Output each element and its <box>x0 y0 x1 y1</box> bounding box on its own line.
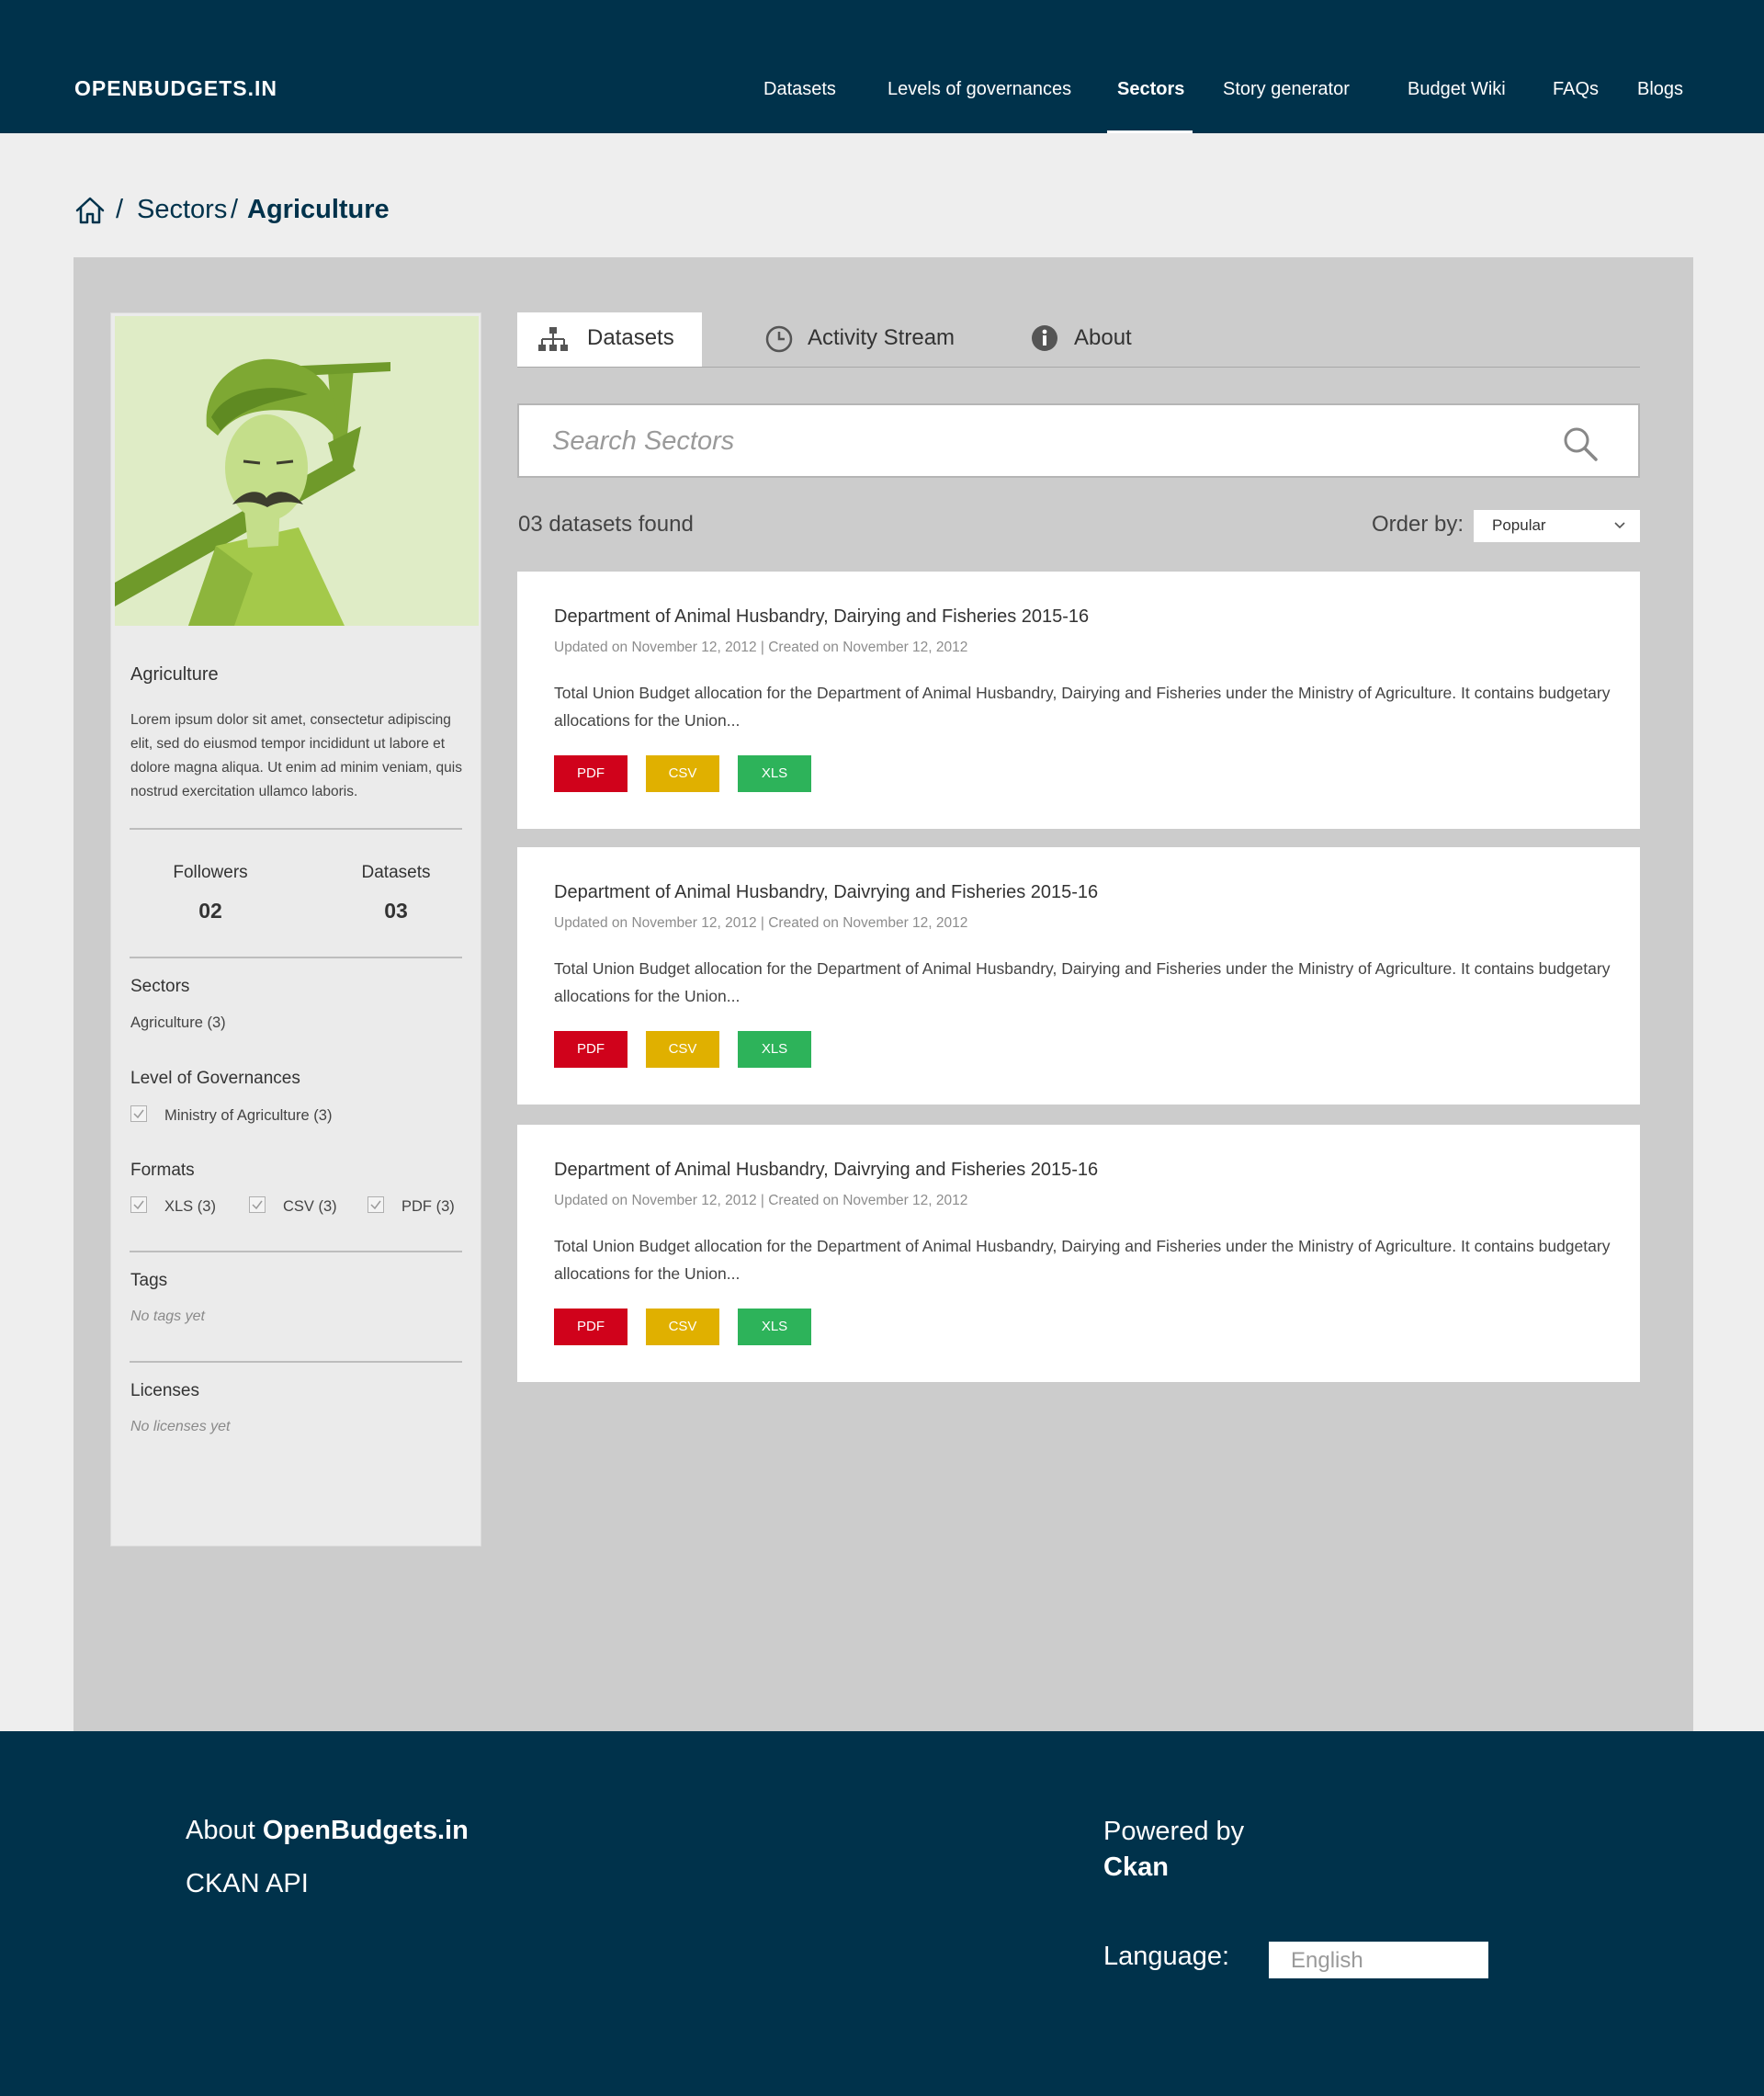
followers-count: 02 <box>198 899 222 923</box>
tab-datasets-label[interactable]: Datasets <box>587 325 674 351</box>
dataset-meta: Updated on November 12, 2012 | Created o… <box>554 915 968 931</box>
governance-filter-heading: Level of Governances <box>130 1069 300 1088</box>
dataset-card: Department of Animal Husbandry, Daivryin… <box>517 847 1640 1105</box>
format-badge-csv[interactable]: CSV <box>646 755 719 792</box>
format-badge-xls[interactable]: XLS <box>738 755 811 792</box>
footer-language-label: Language: <box>1103 1942 1230 1971</box>
sector-sidebar: Agriculture Lorem ipsum dolor sit amet, … <box>110 312 481 1547</box>
formats-filter-heading: Formats <box>130 1161 195 1180</box>
nav-item-levels-of-governances[interactable]: Levels of governances <box>888 79 1071 100</box>
language-select[interactable]: English <box>1269 1942 1488 1978</box>
nav-item-datasets[interactable]: Datasets <box>763 79 836 100</box>
dataset-meta: Updated on November 12, 2012 | Created o… <box>554 640 968 655</box>
order-by-label: Order by: <box>1372 512 1464 537</box>
tab-divider <box>517 367 1640 368</box>
format-xls-checkbox[interactable] <box>130 1196 147 1213</box>
order-by-select[interactable]: Popular <box>1474 510 1640 542</box>
footer-about-link[interactable]: About OpenBudgets.in <box>186 1816 469 1846</box>
format-badge-xls[interactable]: XLS <box>738 1031 811 1068</box>
order-by-value: Popular <box>1492 516 1546 534</box>
chevron-down-icon <box>1614 522 1625 529</box>
sectors-filter-heading: Sectors <box>130 977 190 996</box>
dataset-description: Total Union Budget allocation for the De… <box>554 684 1611 730</box>
format-pdf-checkbox[interactable] <box>368 1196 384 1213</box>
format-pdf-label[interactable]: PDF (3) <box>401 1198 455 1216</box>
format-badge-csv[interactable]: CSV <box>646 1031 719 1068</box>
language-value: English <box>1291 1948 1363 1973</box>
nav-item-blogs[interactable]: Blogs <box>1637 79 1683 100</box>
search-input[interactable] <box>552 422 1544 460</box>
format-xls-label[interactable]: XLS (3) <box>164 1198 216 1216</box>
format-badge-xls[interactable]: XLS <box>738 1309 811 1345</box>
datasets-count: 03 <box>384 899 408 923</box>
licenses-heading: Licenses <box>130 1381 199 1400</box>
divider <box>130 828 462 830</box>
breadcrumb-current: Agriculture <box>247 195 390 224</box>
breadcrumb-separator: / <box>231 195 239 224</box>
format-badge-pdf[interactable]: PDF <box>554 1031 628 1068</box>
nav-item-faqs[interactable]: FAQs <box>1553 79 1599 100</box>
dataset-card: Department of Animal Husbandry, Dairying… <box>517 572 1640 829</box>
home-icon[interactable] <box>74 195 106 226</box>
active-nav-indicator <box>1107 130 1193 133</box>
sector-description: Lorem ipsum dolor sit amet, consectetur … <box>130 712 462 799</box>
divider <box>130 957 462 958</box>
footer: About OpenBudgets.in CKAN API Powered by… <box>0 1731 1764 2096</box>
footer-about-brand: OpenBudgets.in <box>262 1816 469 1845</box>
licenses-empty-text: No licenses yet <box>130 1419 231 1434</box>
governance-filter-item[interactable]: Ministry of Agriculture (3) <box>164 1107 332 1125</box>
format-badge-pdf[interactable]: PDF <box>554 755 628 792</box>
dataset-title[interactable]: Department of Animal Husbandry, Daivryin… <box>554 1160 1098 1181</box>
search-icon[interactable] <box>1562 425 1599 462</box>
clock-icon <box>765 325 793 353</box>
dataset-title[interactable]: Department of Animal Husbandry, Daivryin… <box>554 882 1098 903</box>
dataset-card: Department of Animal Husbandry, Daivryin… <box>517 1125 1640 1382</box>
governance-checkbox[interactable] <box>130 1105 147 1122</box>
breadcrumb-sectors-link[interactable]: Sectors <box>137 195 227 225</box>
sectors-filter-item[interactable]: Agriculture (3) <box>130 1014 226 1032</box>
divider <box>130 1251 462 1252</box>
dataset-title[interactable]: Department of Animal Husbandry, Dairying… <box>554 606 1089 628</box>
tags-empty-text: No tags yet <box>130 1309 205 1324</box>
top-navbar: OPENBUDGETS.IN Datasets Levels of govern… <box>0 0 1764 133</box>
nav-item-budget-wiki[interactable]: Budget Wiki <box>1408 79 1506 100</box>
nav-item-sectors[interactable]: Sectors <box>1117 79 1184 100</box>
sector-title: Agriculture <box>130 664 219 685</box>
followers-label: Followers <box>173 863 248 882</box>
datasets-label: Datasets <box>361 863 431 882</box>
format-badge-csv[interactable]: CSV <box>646 1309 719 1345</box>
dataset-description: Total Union Budget allocation for the De… <box>554 1237 1611 1283</box>
footer-about-prefix: About <box>186 1816 263 1845</box>
format-badge-pdf[interactable]: PDF <box>554 1309 628 1345</box>
dataset-meta: Updated on November 12, 2012 | Created o… <box>554 1193 968 1208</box>
format-csv-checkbox[interactable] <box>249 1196 266 1213</box>
format-csv-label[interactable]: CSV (3) <box>283 1198 337 1216</box>
info-icon <box>1032 325 1057 351</box>
nav-item-story-generator[interactable]: Story generator <box>1223 79 1350 100</box>
site-logo[interactable]: OPENBUDGETS.IN <box>74 76 277 101</box>
footer-ckan-api-link[interactable]: CKAN API <box>186 1869 309 1899</box>
divider <box>130 1361 462 1363</box>
sitemap-icon <box>538 327 568 351</box>
dataset-description: Total Union Budget allocation for the De… <box>554 959 1611 1005</box>
search-box <box>517 403 1640 478</box>
footer-ckan-brand[interactable]: Ckan <box>1103 1852 1169 1883</box>
tab-activity-stream[interactable]: Activity Stream <box>808 325 955 351</box>
sector-illustration <box>115 316 479 626</box>
datasets-found-count: 03 datasets found <box>518 512 694 537</box>
tags-heading: Tags <box>130 1271 168 1290</box>
breadcrumb-separator: / <box>116 195 124 224</box>
footer-powered-by: Powered by <box>1103 1817 1245 1846</box>
tab-about[interactable]: About <box>1074 325 1132 351</box>
